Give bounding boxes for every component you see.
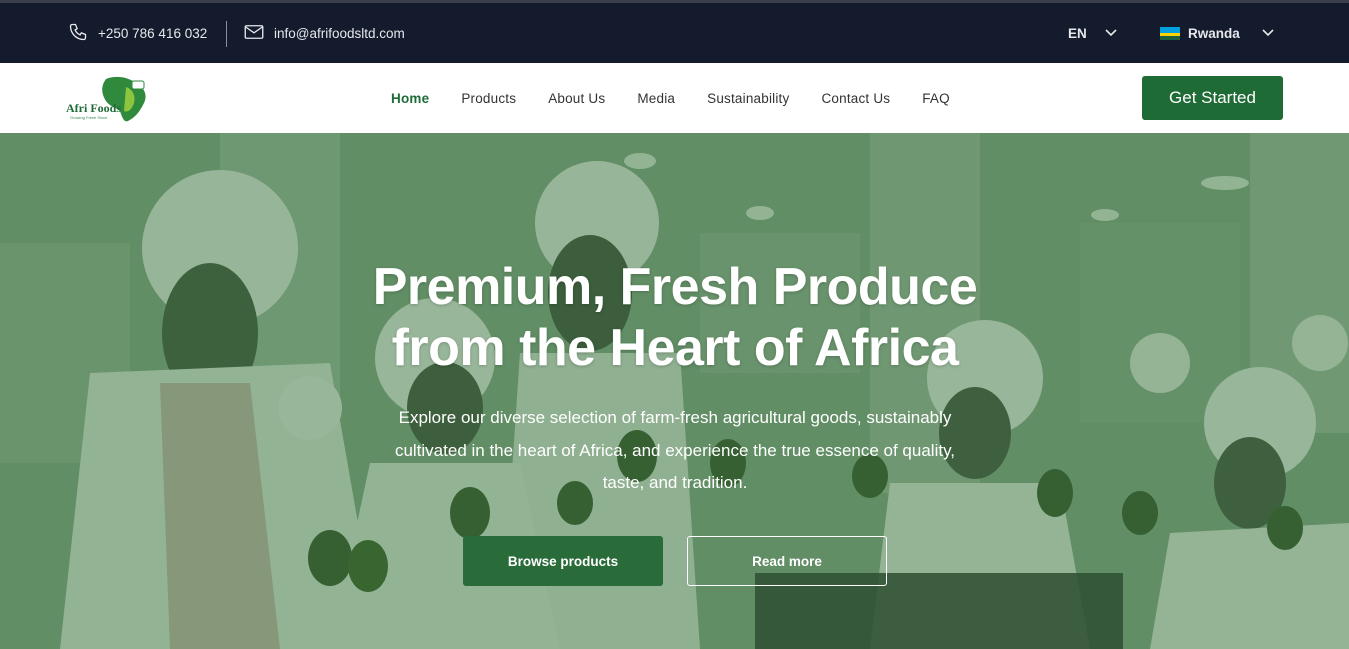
phone-contact[interactable]: +250 786 416 032: [68, 3, 207, 63]
mail-icon: [244, 24, 264, 43]
email-address: info@afrifoodsltd.com: [274, 25, 405, 41]
get-started-button[interactable]: Get Started: [1142, 76, 1283, 120]
hero-subtitle: Explore our diverse selection of farm-fr…: [394, 408, 956, 492]
hero-section: Premium, Fresh Produce from the Heart of…: [0, 133, 1349, 649]
language-selector[interactable]: EN: [1068, 3, 1117, 63]
country-label: Rwanda: [1188, 25, 1240, 41]
nav-menu: Home Products About Us Media Sustainabil…: [391, 63, 982, 133]
hero-overlay: [0, 133, 1349, 649]
nav-item-home[interactable]: Home: [391, 91, 429, 106]
logo-text: Afri Foods: [66, 101, 121, 115]
nav-item-faq[interactable]: FAQ: [922, 91, 950, 106]
nav-item-sustainability[interactable]: Sustainability: [707, 91, 789, 106]
email-contact[interactable]: info@afrifoodsltd.com: [244, 3, 405, 63]
hero-title-line-1: Premium, Fresh Produce: [372, 258, 978, 316]
nav-item-products[interactable]: Products: [461, 91, 516, 106]
read-more-button[interactable]: Read more: [687, 536, 887, 586]
chevron-down-icon: [1262, 29, 1274, 37]
nav-item-contact-us[interactable]: Contact Us: [821, 91, 890, 106]
hero-title: Premium, Fresh Produce from the Heart of…: [300, 257, 1050, 379]
hero-title-line-2: from the Heart of Africa: [391, 319, 959, 377]
country-selector[interactable]: Rwanda: [1160, 3, 1274, 63]
nav-item-media[interactable]: Media: [637, 91, 675, 106]
divider: [226, 21, 227, 47]
phone-icon: [68, 22, 88, 45]
main-navbar: Afri Foods Growing Fresh Since Home Prod…: [0, 63, 1349, 133]
logo-tagline: Growing Fresh Since: [70, 115, 108, 120]
chevron-down-icon: [1105, 29, 1117, 37]
language-label: EN: [1068, 25, 1087, 41]
top-contact-bar: +250 786 416 032 info@afrifoodsltd.com E…: [0, 0, 1349, 63]
nav-item-about-us[interactable]: About Us: [548, 91, 605, 106]
logo[interactable]: Afri Foods Growing Fresh Since: [66, 73, 152, 125]
browse-products-button[interactable]: Browse products: [463, 536, 663, 586]
rwanda-flag-icon: [1160, 26, 1180, 40]
phone-number: +250 786 416 032: [98, 25, 208, 41]
